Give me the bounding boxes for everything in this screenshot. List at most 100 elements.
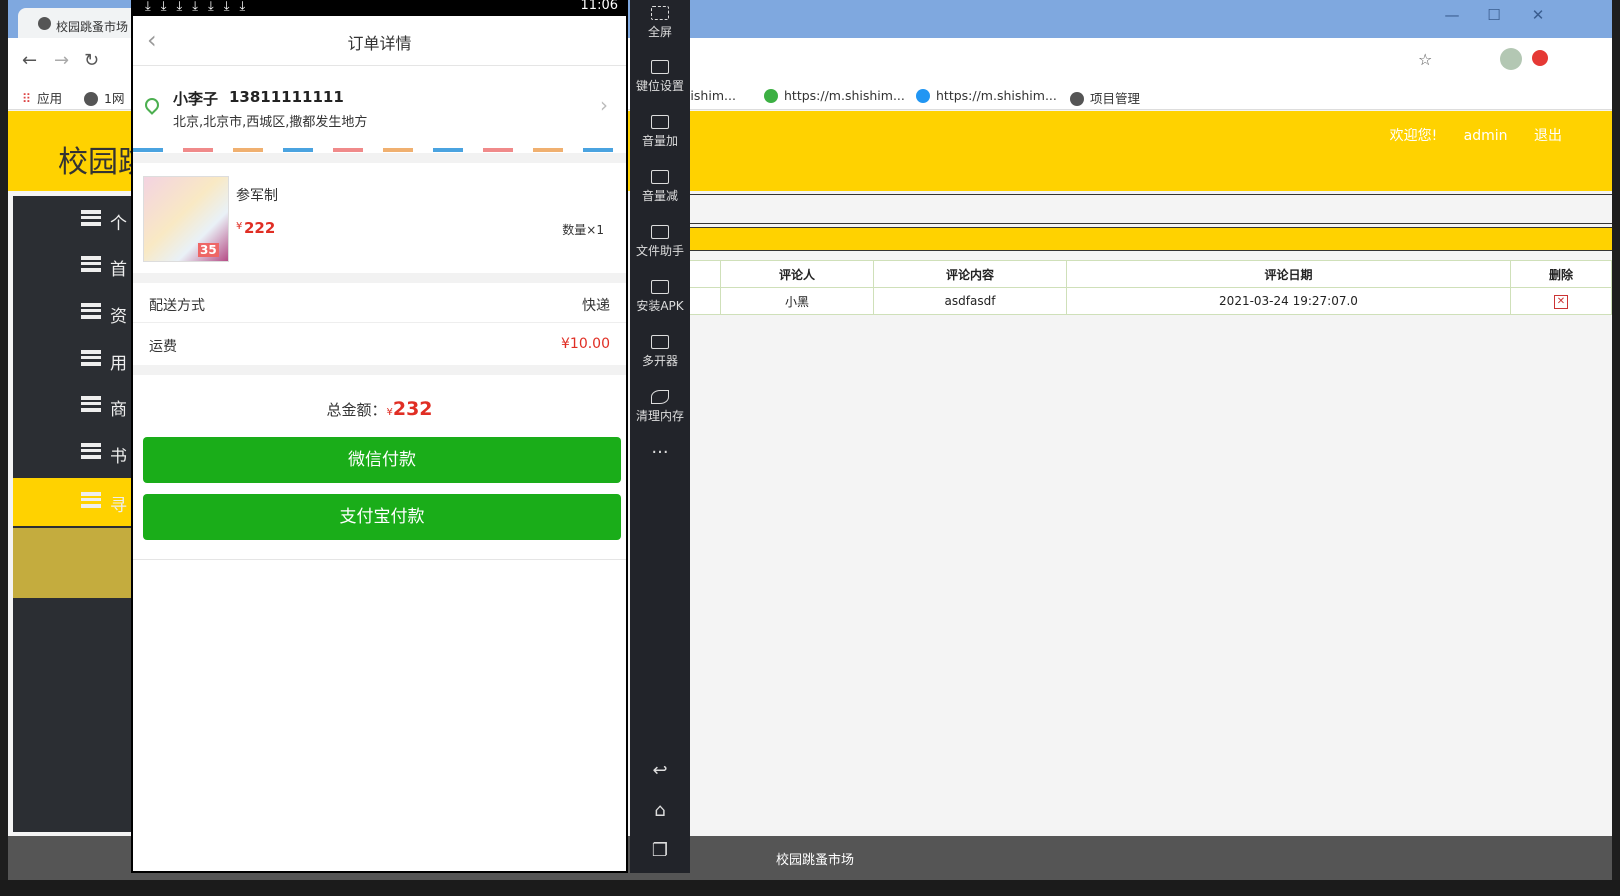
volume-down-tool[interactable]: 音量减 (630, 170, 690, 204)
wechat-pay-button[interactable]: 微信付款 (143, 437, 621, 483)
keyboard-icon (651, 60, 669, 74)
monitor-icon (651, 225, 669, 239)
apk-icon (651, 280, 669, 294)
globe-icon (84, 92, 98, 106)
sidebar-item-2[interactable]: 首 (13, 242, 133, 290)
emulator-screen: ⤓⤓⤓⤓⤓⤓⤓ 11:06 ‹ 订单详情 小李子 13811111111 北京,… (131, 0, 628, 873)
address-card[interactable]: 小李子 13811111111 北京,北京市,西城区,撒都发生地方 › (133, 67, 626, 153)
stack-icon (81, 350, 101, 366)
globe-icon (38, 17, 51, 30)
tool-label: 清理内存 (635, 409, 684, 423)
minimize-icon[interactable]: — (1442, 6, 1462, 24)
tool-label: 全屏 (647, 25, 672, 39)
rocket-icon (651, 390, 669, 404)
tool-label: 音量减 (641, 189, 678, 203)
reload-icon[interactable]: ↻ (84, 50, 99, 71)
status-bar: ⤓⤓⤓⤓⤓⤓⤓ 11:06 (133, 0, 626, 16)
install-apk-tool[interactable]: 安装APK (630, 280, 690, 314)
divider (133, 153, 626, 163)
cell-commenter: 小黑 (720, 287, 874, 315)
download-icons: ⤓⤓⤓⤓⤓⤓⤓ (145, 0, 256, 14)
table-header-row: 评论人 评论内容 评论日期 删除 (668, 260, 1612, 288)
airmail-border (133, 148, 626, 152)
divider (133, 365, 626, 375)
android-recents-icon[interactable]: ❐ (630, 840, 690, 861)
more-icon[interactable]: ··· (630, 442, 690, 463)
bookmark-apps[interactable]: ⠿ 应用 (22, 88, 62, 107)
freight-label: 运费 (149, 339, 177, 355)
clean-memory-tool[interactable]: 清理内存 (630, 390, 690, 424)
sidebar-item-5[interactable]: 商 (13, 382, 133, 430)
tool-label: 多开器 (641, 354, 678, 368)
file-helper-tool[interactable]: 文件助手 (630, 225, 690, 259)
taskbar (0, 880, 1620, 896)
sidebar-submenu[interactable] (13, 528, 133, 598)
emulator-toolbar: 全屏 键位设置 音量加 音量减 文件助手 安装APK 多开器 清理内存 ··· … (630, 0, 690, 873)
keymap-tool[interactable]: 键位设置 (630, 60, 690, 94)
sidebar-item-active[interactable]: 寻 (13, 478, 133, 526)
bookmark-1[interactable]: 1网 (84, 88, 124, 107)
android-back-icon[interactable]: ↩ (630, 760, 690, 781)
forward-icon[interactable]: → (54, 50, 69, 71)
extension-icon[interactable] (1532, 50, 1548, 66)
divider (133, 273, 626, 283)
bookmark-3[interactable]: https://m.shishim... (764, 88, 905, 103)
volume-down-icon (651, 170, 669, 184)
android-home-icon[interactable]: ⌂ (630, 800, 690, 821)
freight-row: 运费 ¥10.00 (133, 324, 626, 364)
thumb-tag: 35 (198, 243, 219, 257)
currency-symbol: ¥ (236, 221, 243, 232)
bookmark-4[interactable]: https://m.shishim... (916, 88, 1057, 103)
col-delete: 删除 (1510, 260, 1612, 288)
table-row: 小黑 asdfasdf 2021-03-24 19:27:07.0 ✕ (668, 287, 1612, 315)
stack-icon (81, 443, 101, 459)
volume-up-icon (651, 115, 669, 129)
star-icon[interactable]: ☆ (1418, 50, 1432, 69)
total-label: 总金额： (326, 401, 387, 419)
delete-cell: ✕ (1510, 287, 1612, 315)
maximize-icon[interactable]: ☐ (1484, 6, 1504, 24)
sidebar-item-1[interactable]: 个 (13, 196, 133, 244)
globe-icon (1070, 92, 1084, 106)
multi-instance-tool[interactable]: 多开器 (630, 335, 690, 369)
product-item[interactable]: 35 参军制 ¥ 222 数量×1 (133, 163, 626, 273)
delivery-row: 配送方式 快递 (133, 283, 626, 323)
apps-grid-icon: ⠿ (22, 91, 32, 106)
delete-icon[interactable]: ✕ (1554, 295, 1568, 309)
sidebar-item-3[interactable]: 资 (13, 289, 133, 337)
total-amount: 总金额：¥232 (133, 398, 626, 420)
volume-up-tool[interactable]: 音量加 (630, 115, 690, 149)
back-icon[interactable]: ← (22, 50, 37, 71)
close-icon[interactable]: ✕ (1528, 6, 1548, 24)
phone-nav-bar: ‹ 订单详情 (133, 16, 626, 66)
wechat-icon (764, 89, 778, 103)
total-value: 232 (392, 398, 433, 420)
sidebar-item-6[interactable]: 书 (13, 429, 133, 477)
fullscreen-tool[interactable]: 全屏 (630, 6, 690, 40)
sidebar: 个 首 资 用 商 书 寻 (13, 196, 133, 832)
user-link[interactable]: admin (1464, 128, 1508, 144)
footer-text: 校园跳蚤市场 (776, 853, 855, 868)
logout-link[interactable]: 退出 (1534, 128, 1562, 144)
bookmark-5[interactable]: 项目管理 (1070, 88, 1140, 107)
tool-label: 音量加 (641, 134, 678, 148)
stack-icon (81, 210, 101, 226)
avatar[interactable] (1500, 48, 1522, 70)
freight-value: ¥10.00 (561, 336, 610, 352)
comments-table: 评论人 评论内容 评论日期 删除 小黑 asdfasdf 2021-03-24 … (668, 260, 1612, 315)
alipay-button[interactable]: 支付宝付款 (143, 494, 621, 540)
stack-icon (81, 492, 101, 508)
tool-label: 安装APK (636, 299, 684, 313)
product-name: 参军制 (236, 188, 278, 204)
product-quantity: 数量×1 (562, 223, 604, 237)
delivery-label: 配送方式 (149, 298, 205, 314)
content-title-strip (668, 227, 1612, 251)
tool-label: 文件助手 (635, 244, 684, 258)
tool-label: 键位设置 (635, 79, 684, 93)
fullscreen-icon (651, 6, 669, 20)
sidebar-item-4[interactable]: 用 (13, 336, 133, 384)
location-icon (142, 95, 162, 115)
recipient-phone: 13811111111 (229, 88, 344, 106)
site-icon (916, 89, 930, 103)
stack-icon (81, 256, 101, 272)
